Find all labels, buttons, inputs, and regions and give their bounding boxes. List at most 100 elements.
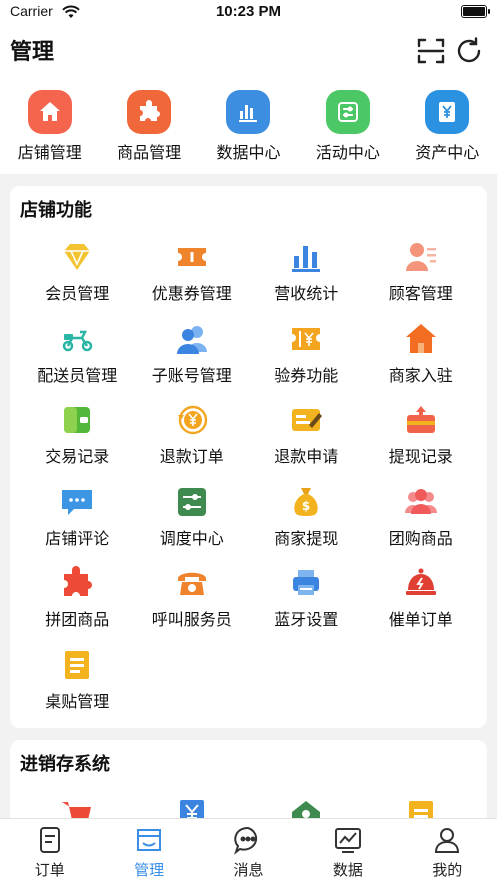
yuan-icon bbox=[425, 90, 470, 134]
tab-label: 订单 bbox=[34, 861, 65, 879]
function-label: 商家入驻 bbox=[388, 365, 453, 385]
quick-activity-center[interactable]: 活动中心 bbox=[298, 90, 397, 163]
function-label: 退款申请 bbox=[274, 447, 339, 466]
bell-icon bbox=[404, 566, 438, 600]
transaction-records-button[interactable]: 交易记录 bbox=[20, 403, 135, 485]
function-label: 桌贴管理 bbox=[45, 691, 110, 711]
sliders-icon bbox=[175, 485, 209, 519]
function-label: 呼叫服务员 bbox=[151, 610, 232, 629]
bar-chart-icon bbox=[226, 90, 271, 134]
store-functions-card: 店铺功能 会员管理 优惠券管理 营收统计 顾客管理 配送员管理 子账号管理 验券… bbox=[10, 186, 487, 728]
quick-product-management[interactable]: 商品管理 bbox=[99, 90, 198, 163]
section-title: 店铺功能 bbox=[20, 200, 92, 221]
tab-profile[interactable]: 我的 bbox=[398, 819, 497, 883]
function-label: 会员管理 bbox=[45, 284, 110, 303]
store-reviews-button[interactable]: 店铺评论 bbox=[20, 485, 135, 567]
data-icon bbox=[334, 828, 361, 853]
revenue-stats-button[interactable]: 营收统计 bbox=[249, 240, 364, 322]
bluetooth-settings-button[interactable]: 蓝牙设置 bbox=[249, 566, 364, 648]
tab-management[interactable]: 管理 bbox=[99, 819, 198, 883]
coupon-management-button[interactable]: 优惠券管理 bbox=[135, 240, 250, 322]
message-icon bbox=[234, 826, 258, 855]
tab-label: 消息 bbox=[233, 861, 264, 879]
function-label: 店铺评论 bbox=[45, 528, 110, 548]
function-label: 蓝牙设置 bbox=[274, 610, 339, 629]
page-title: 管理 bbox=[10, 40, 55, 65]
tab-label: 我的 bbox=[432, 861, 463, 879]
wallet-icon bbox=[60, 403, 94, 437]
users-icon bbox=[175, 322, 209, 356]
customer-icon bbox=[404, 240, 438, 274]
withdraw-icon bbox=[404, 403, 438, 437]
house-icon bbox=[404, 322, 438, 356]
tab-bar: 订单 管理 消息 数据 我的 bbox=[0, 818, 497, 883]
header: 管理 店铺管理 商品管理 数据中心 活动中心 资产中心 bbox=[0, 24, 497, 174]
function-label: 交易记录 bbox=[45, 447, 110, 466]
group-icon bbox=[404, 485, 438, 519]
refund-icon bbox=[175, 403, 209, 437]
table-sticker-management-button[interactable]: 桌贴管理 bbox=[20, 648, 135, 730]
function-label: 营收统计 bbox=[274, 284, 339, 303]
verify-coupon-button[interactable]: 验券功能 bbox=[249, 322, 364, 404]
tab-label: 数据 bbox=[332, 861, 363, 879]
quick-store-management[interactable]: 店铺管理 bbox=[0, 90, 99, 163]
function-label: 优惠券管理 bbox=[151, 284, 232, 303]
call-waiter-button[interactable]: 呼叫服务员 bbox=[135, 566, 250, 648]
function-label: 子账号管理 bbox=[151, 365, 232, 385]
quick-label: 数据中心 bbox=[216, 143, 281, 162]
svg-text:$: $ bbox=[302, 499, 310, 513]
status-bar: Carrier 10:23 PM bbox=[0, 0, 497, 24]
refund-request-button[interactable]: 退款申请 bbox=[249, 403, 364, 485]
quick-label: 店铺管理 bbox=[17, 143, 82, 162]
section-title: 进销存系统 bbox=[20, 754, 110, 775]
function-label: 调度中心 bbox=[159, 528, 224, 548]
manage-icon bbox=[137, 829, 162, 851]
quick-actions: 店铺管理 商品管理 数据中心 活动中心 资产中心 bbox=[0, 90, 497, 163]
refresh-icon[interactable] bbox=[454, 36, 484, 66]
function-label: 配送员管理 bbox=[37, 365, 118, 385]
function-label: 顾客管理 bbox=[388, 284, 453, 303]
merchant-withdraw-button[interactable]: $ 商家提现 bbox=[249, 485, 364, 567]
refund-orders-button[interactable]: 退款订单 bbox=[135, 403, 250, 485]
group-products-button[interactable]: 拼团商品 bbox=[20, 566, 135, 648]
urge-orders-button[interactable]: 催单订单 bbox=[364, 566, 479, 648]
tab-orders[interactable]: 订单 bbox=[0, 819, 99, 883]
comment-icon bbox=[60, 485, 94, 519]
withdraw-records-button[interactable]: 提现记录 bbox=[364, 403, 479, 485]
function-label: 拼团商品 bbox=[45, 610, 110, 629]
money-bag-icon: $ bbox=[289, 485, 323, 519]
tab-data[interactable]: 数据 bbox=[298, 819, 397, 883]
diamond-icon bbox=[60, 240, 94, 274]
puzzle-icon bbox=[127, 90, 172, 134]
bar-chart-icon bbox=[289, 240, 323, 274]
customer-management-button[interactable]: 顾客管理 bbox=[364, 240, 479, 322]
function-label: 验券功能 bbox=[274, 365, 339, 385]
puzzle-icon bbox=[60, 566, 94, 600]
store-functions-grid: 会员管理 优惠券管理 营收统计 顾客管理 配送员管理 子账号管理 验券功能 商家… bbox=[20, 240, 478, 729]
store-icon bbox=[27, 90, 72, 134]
member-management-button[interactable]: 会员管理 bbox=[20, 240, 135, 322]
scooter-icon bbox=[60, 322, 94, 356]
quick-label: 活动中心 bbox=[315, 143, 380, 162]
scan-icon[interactable] bbox=[416, 36, 446, 66]
quick-data-center[interactable]: 数据中心 bbox=[199, 90, 298, 163]
order-icon bbox=[39, 827, 60, 853]
note-icon bbox=[60, 648, 94, 682]
phone-icon bbox=[175, 566, 209, 600]
printer-icon bbox=[289, 566, 323, 600]
function-label: 团购商品 bbox=[388, 528, 453, 548]
dispatch-center-button[interactable]: 调度中心 bbox=[135, 485, 250, 567]
tab-messages[interactable]: 消息 bbox=[199, 819, 298, 883]
quick-asset-center[interactable]: 资产中心 bbox=[398, 90, 497, 163]
quick-label: 资产中心 bbox=[415, 143, 480, 162]
function-label: 提现记录 bbox=[388, 447, 453, 466]
function-label: 退款订单 bbox=[159, 447, 224, 466]
function-label: 催单订单 bbox=[388, 610, 453, 629]
courier-management-button[interactable]: 配送员管理 bbox=[20, 322, 135, 404]
quick-label: 商品管理 bbox=[117, 143, 182, 162]
group-buy-products-button[interactable]: 团购商品 bbox=[364, 485, 479, 567]
battery-icon bbox=[461, 5, 490, 18]
sub-account-management-button[interactable]: 子账号管理 bbox=[135, 322, 250, 404]
toggle-icon bbox=[325, 90, 370, 134]
merchant-join-button[interactable]: 商家入驻 bbox=[364, 322, 479, 404]
